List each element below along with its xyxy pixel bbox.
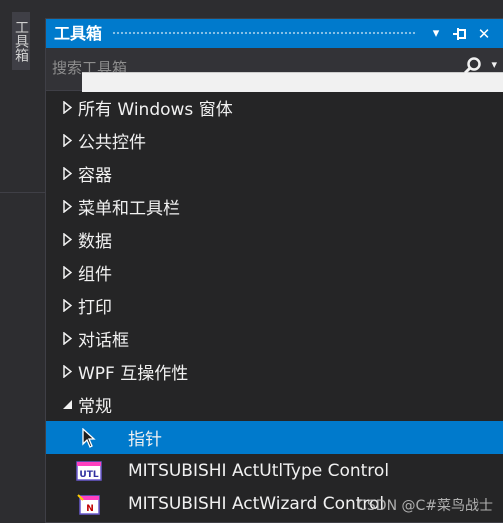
utl-control-icon: UTL	[76, 459, 102, 483]
category-label: 常规	[78, 397, 112, 417]
category-data[interactable]: 数据	[46, 223, 503, 256]
toolbox-side-rail: 工具箱	[0, 0, 45, 523]
expand-arrow-icon[interactable]	[60, 332, 74, 345]
tooltip-overlay	[82, 72, 503, 92]
toolbox-title: 工具箱	[54, 24, 103, 43]
window-position-dropdown-icon[interactable]: ▾	[427, 25, 445, 43]
toolbox-panel: 工具箱 ▾ ✕ ▾ 所有 Windows 窗体 公	[45, 18, 503, 523]
toolbox-tree: 所有 Windows 窗体 公共控件 容器 菜单和工具栏 数据 组件 打印 对话…	[46, 91, 503, 520]
category-menus-toolbars[interactable]: 菜单和工具栏	[46, 190, 503, 223]
toolbox-item-pointer[interactable]: 指针	[46, 421, 503, 454]
collapse-arrow-icon[interactable]	[60, 399, 74, 410]
toolbox-item-label: MITSUBISHI ActWizard Control	[128, 493, 385, 514]
category-all-windows-forms[interactable]: 所有 Windows 窗体	[46, 91, 503, 124]
expand-arrow-icon[interactable]	[60, 134, 74, 147]
category-dialogs[interactable]: 对话框	[46, 322, 503, 355]
watermark-text: CSDN @C#菜鸟战士	[357, 498, 493, 514]
expand-arrow-icon[interactable]	[60, 233, 74, 246]
category-label: 容器	[78, 166, 112, 186]
expand-arrow-icon[interactable]	[60, 365, 74, 378]
toolbox-titlebar[interactable]: 工具箱 ▾ ✕	[46, 19, 503, 48]
pin-icon[interactable]	[451, 25, 469, 43]
rail-divider	[0, 192, 45, 193]
toolbox-item-label: 指针	[128, 430, 162, 450]
titlebar-grip[interactable]	[112, 31, 417, 36]
expand-arrow-icon[interactable]	[60, 200, 74, 213]
svg-text:UTL: UTL	[79, 470, 98, 480]
category-printing[interactable]: 打印	[46, 289, 503, 322]
category-label: 数据	[78, 232, 112, 252]
wizard-control-icon: N	[76, 492, 102, 516]
category-label: 打印	[78, 298, 112, 318]
search-icon[interactable]	[463, 56, 483, 76]
category-components[interactable]: 组件	[46, 256, 503, 289]
expand-arrow-icon[interactable]	[60, 266, 74, 279]
category-containers[interactable]: 容器	[46, 157, 503, 190]
expand-arrow-icon[interactable]	[60, 101, 74, 114]
category-label: 对话框	[78, 331, 129, 351]
category-general[interactable]: 常规	[46, 388, 503, 421]
toolbox-item-label: MITSUBISHI ActUtlType Control	[128, 460, 390, 481]
expand-arrow-icon[interactable]	[60, 167, 74, 180]
search-bar: ▾	[46, 48, 503, 92]
category-wpf-interop[interactable]: WPF 互操作性	[46, 355, 503, 388]
expand-arrow-icon[interactable]	[60, 299, 74, 312]
close-icon[interactable]: ✕	[475, 25, 493, 43]
pointer-icon	[76, 426, 102, 450]
category-label: 所有 Windows 窗体	[78, 100, 233, 120]
category-label: 公共控件	[78, 133, 146, 153]
category-label: 组件	[78, 265, 112, 285]
toolbox-item-actutltype-control[interactable]: UTL MITSUBISHI ActUtlType Control	[46, 454, 503, 487]
category-label: WPF 互操作性	[78, 364, 189, 384]
toolbox-side-tab[interactable]: 工具箱	[12, 12, 30, 70]
svg-text:N: N	[86, 504, 94, 514]
category-common-controls[interactable]: 公共控件	[46, 124, 503, 157]
search-options-chevron-down-icon[interactable]: ▾	[491, 58, 497, 71]
category-label: 菜单和工具栏	[78, 199, 180, 219]
